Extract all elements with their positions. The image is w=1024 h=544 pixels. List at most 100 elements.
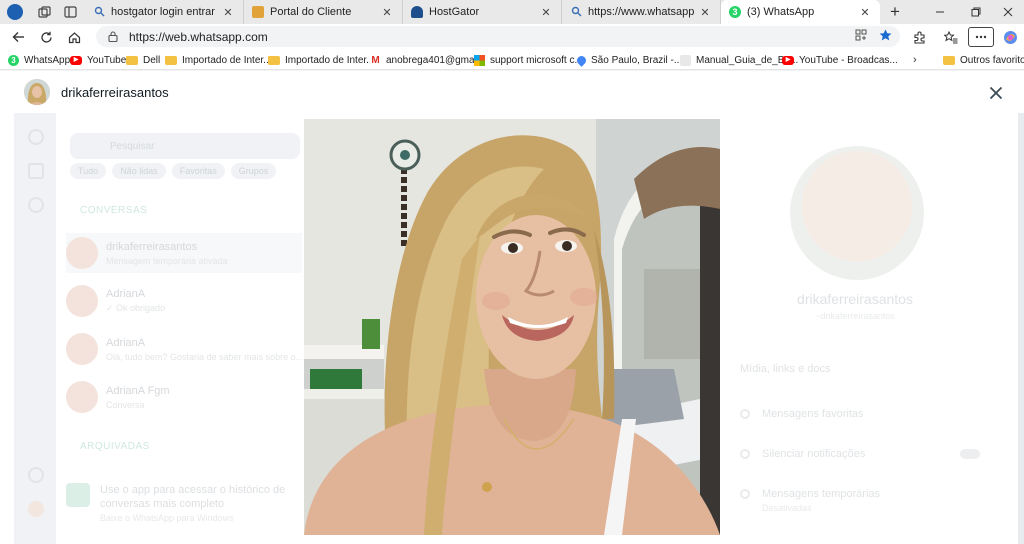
new-tab-button[interactable]: + [880, 0, 910, 24]
copilot-icon[interactable] [997, 26, 1023, 48]
folder-icon [268, 55, 280, 65]
folder-icon [943, 55, 955, 65]
maps-icon [575, 53, 588, 67]
bookmark-whatsapp[interactable]: 3 WhatsApp [8, 50, 70, 70]
search-input: Pesquisar [70, 133, 300, 159]
profile-row: Silenciar notificações [740, 444, 980, 464]
address-bar[interactable]: https://web.whatsapp.com [96, 26, 900, 47]
search-icon [93, 6, 105, 18]
browser-tab[interactable]: HostGator ✕ [403, 0, 562, 24]
app-available-icon[interactable] [855, 29, 867, 44]
chat-preview: Mensagem temporária ativada [106, 255, 228, 266]
browser-tab[interactable]: Portal do Cliente ✕ [244, 0, 403, 24]
bookmark-other-favorites[interactable]: Outros favoritos [943, 50, 1024, 70]
bookmark-folder-dell[interactable]: Dell [126, 50, 160, 70]
bookmark-youtube[interactable]: ▶ YouTube [70, 50, 126, 70]
profile-photo [304, 119, 720, 535]
browser-tab-active[interactable]: 3 (3) WhatsApp ✕ [721, 0, 880, 24]
whatsapp-icon: 3 [8, 54, 19, 66]
search-icon [570, 6, 582, 18]
profile-row-label: Mensagens favoritas [762, 408, 864, 420]
notice-link: Baixe o WhatsApp para Windows [100, 513, 234, 523]
minimize-icon[interactable] [922, 0, 958, 24]
browser-toolbar: https://web.whatsapp.com [0, 24, 1024, 50]
chip-all: Tudo [70, 163, 107, 179]
mute-toggle [960, 449, 980, 459]
chevron-right-icon[interactable]: › [913, 50, 917, 70]
close-tab-icon[interactable]: ✕ [698, 6, 712, 19]
bookmarks-bar: 3 WhatsApp ▶ YouTube Dell Importado de I… [0, 50, 1024, 70]
close-tab-icon[interactable]: ✕ [380, 6, 394, 19]
close-viewer-button[interactable] [984, 81, 1008, 105]
settings-icon [28, 467, 44, 483]
browser-tab[interactable]: https://www.whatsapp web - Pes ✕ [562, 0, 721, 24]
portal-icon [252, 6, 264, 18]
bookmark-label: YouTube - Broadcas... [799, 54, 898, 66]
list-item: AdrianA Olá, tudo bem? Gostaria de saber… [66, 329, 304, 369]
bookmark-youtube-broadcast[interactable]: ▶ YouTube - Broadcas... [782, 50, 898, 70]
close-tab-icon[interactable]: ✕ [539, 6, 553, 19]
profile-avatar[interactable] [7, 4, 23, 20]
bookmark-label: Importado de Inter... [182, 54, 272, 66]
star-icon [740, 409, 750, 419]
bookmark-microsoft[interactable]: support microsoft c... [474, 50, 583, 70]
document-icon [680, 54, 691, 66]
home-icon[interactable] [60, 25, 88, 49]
favorite-star-icon[interactable] [879, 29, 892, 44]
address-url: https://web.whatsapp.com [129, 29, 268, 44]
avatar [28, 501, 44, 517]
close-icon [989, 86, 1003, 100]
extensions-icon[interactable] [906, 26, 932, 48]
avatar[interactable] [24, 79, 50, 105]
favorites-icon[interactable] [938, 26, 964, 48]
folder-icon [165, 55, 177, 65]
profile-name: drikaferreirasantos [797, 291, 913, 307]
bookmark-document[interactable]: Manual_Guia_de_Bo... [680, 50, 798, 70]
chip-unread: Não lidas [112, 163, 166, 179]
refresh-icon[interactable] [32, 25, 60, 49]
scrollbar[interactable] [1018, 113, 1024, 544]
chat-preview: Conversa [106, 399, 145, 410]
bell-icon [740, 449, 750, 459]
workspaces-icon[interactable] [33, 1, 55, 23]
lock-icon[interactable] [106, 30, 120, 44]
bookmark-folder-imported[interactable]: Importado de Inter... [268, 50, 375, 70]
chip-groups: Grupos [230, 163, 277, 179]
back-icon[interactable] [4, 25, 32, 49]
bookmark-label: Dell [143, 54, 161, 66]
restore-icon[interactable] [958, 0, 994, 24]
vertical-tabs-icon[interactable] [59, 1, 81, 23]
chip-favorites: Favoritas [171, 163, 225, 179]
chats-icon [28, 129, 44, 145]
avatar [790, 146, 924, 280]
chat-preview: ✓ Ok obrigado [106, 303, 166, 313]
list-item: AdrianA Fgm Conversa [66, 377, 302, 417]
bookmark-label: support microsoft c... [490, 54, 583, 66]
close-window-icon[interactable] [990, 0, 1024, 24]
bookmark-maps[interactable]: São Paulo, Brazil -... [575, 50, 683, 70]
bookmark-label: São Paulo, Brazil -... [591, 54, 683, 66]
bookmark-folder-imported[interactable]: Importado de Inter... [165, 50, 272, 70]
close-tab-icon[interactable]: ✕ [221, 6, 235, 19]
notice-text: Use o app para acessar o histórico de co… [100, 484, 286, 510]
list-item: drikaferreirasantos Mensagem temporária … [66, 233, 302, 273]
chat-preview: Olá, tudo bem? Gostaria de saber mais so… [106, 351, 304, 362]
profile-row: Mensagens temporárias [740, 484, 980, 504]
more-options-icon[interactable] [968, 27, 994, 47]
communities-icon [28, 197, 44, 213]
download-app-notice: Use o app para acessar o histórico de co… [66, 483, 302, 523]
bookmark-label: WhatsApp [24, 54, 71, 66]
profile-photo-image [304, 119, 720, 535]
bookmark-gmail[interactable]: M anobrega401@gma... [370, 50, 483, 70]
avatar [66, 381, 98, 413]
section-chats-heading: CONVERSAS [80, 205, 148, 216]
tab-title: HostGator [429, 6, 480, 18]
profile-row-sub: Desativadas [762, 503, 812, 513]
browser-tab[interactable]: hostgator login entrar - Pesquisar ✕ [85, 0, 244, 24]
contact-name: drikaferreirasantos [61, 85, 169, 100]
bookmark-label: Outros favoritos [960, 54, 1024, 66]
section-archived-heading: ARQUIVADAS [80, 441, 150, 452]
laptop-icon [66, 483, 90, 507]
profile-row-label: Silenciar notificações [762, 448, 866, 460]
close-tab-icon[interactable]: ✕ [858, 6, 872, 19]
